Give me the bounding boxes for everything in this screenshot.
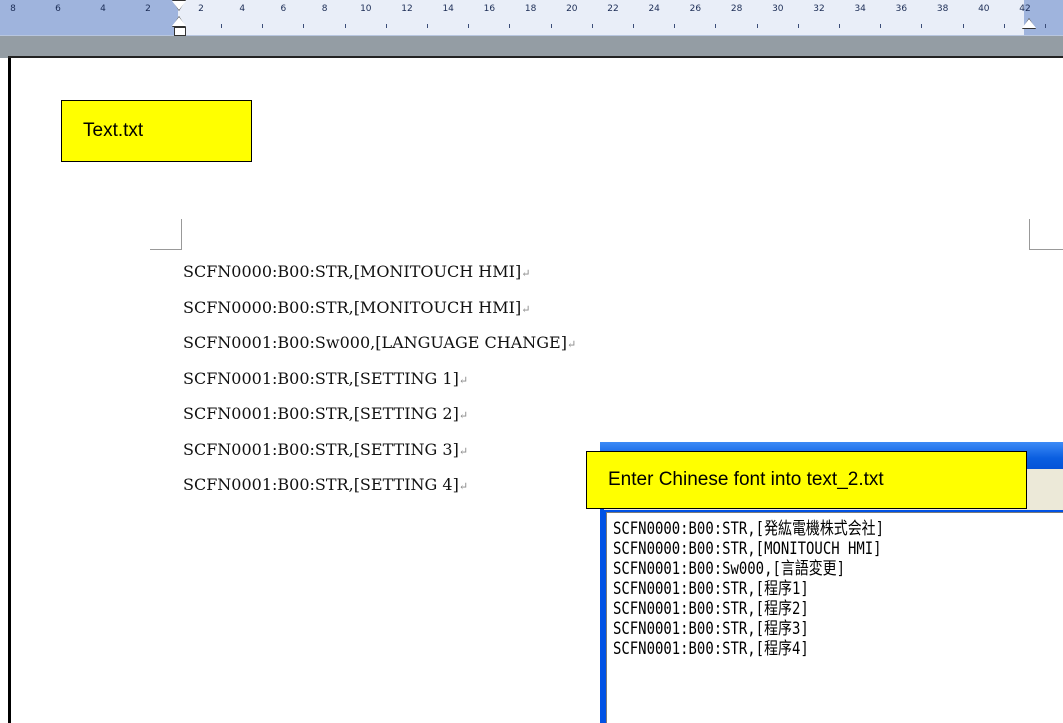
ruler-number: 42 — [1019, 4, 1031, 14]
ruler-number: 4 — [239, 4, 246, 14]
ruler-tick-mark — [1045, 24, 1046, 28]
ruler-number: 26 — [689, 4, 702, 14]
ruler-number: 16 — [483, 4, 496, 14]
margin-corner-top-left — [181, 219, 182, 250]
paragraph-mark-icon: ↵ — [458, 444, 469, 458]
doc-line: SCFN0001:B00:Sw000,[LANGUAGE CHANGE]↵ — [183, 333, 577, 352]
ruler-number: 12 — [401, 4, 413, 14]
paragraph-mark-icon: ↵ — [458, 373, 469, 387]
margin-corner-top-right — [1029, 219, 1030, 250]
paragraph-mark-icon: ↵ — [521, 267, 531, 280]
callout-text-txt: Text.txt — [61, 100, 252, 162]
ruler-number: 2 — [198, 4, 204, 14]
margin-corner-top-right-h — [1029, 249, 1063, 250]
ruler-number: 36 — [895, 4, 908, 14]
ruler-tick-mark — [756, 24, 758, 28]
ruler-tick-mark — [344, 24, 346, 28]
notepad-line: SCFN0001:B00:STR,[程序2] — [613, 599, 809, 619]
ruler-tick-mark — [468, 24, 470, 28]
ruler-number: 20 — [566, 4, 578, 14]
ruler-tick-mark — [1003, 24, 1005, 28]
ruler-tick-mark — [880, 24, 882, 28]
ruler-tick-mark — [550, 24, 552, 28]
margin-corner-top-left-h — [150, 249, 182, 250]
ruler-number: 14 — [442, 4, 454, 14]
callout-text-txt-label: Text.txt — [83, 120, 144, 141]
first-line-indent-fill — [172, 1, 186, 10]
notepad-line: SCFN0001:B00:Sw000,[言語変更] — [613, 559, 846, 579]
ruler-tick-mark — [385, 24, 387, 28]
ruler-number: 10 — [360, 4, 372, 14]
ruler-number: 2 — [145, 4, 151, 14]
ruler-number: 24 — [648, 4, 660, 14]
ruler-tick-mark — [303, 24, 305, 28]
notepad-text-area[interactable]: SCFN0000:B00:STR,[発紘電機株式会社] SCFN0000:B00… — [606, 512, 1063, 723]
ruler-number: 32 — [813, 4, 825, 14]
ruler-number: 6 — [55, 4, 61, 14]
ruler-number: 4 — [100, 4, 106, 14]
doc-line: SCFN0000:B00:STR,[MONITOUCH HMI]↵ — [183, 297, 531, 317]
ruler-tick-mark — [221, 24, 222, 28]
ruler-tick-mark — [921, 24, 923, 28]
ruler-tick-mark — [509, 24, 511, 28]
ruler-number: 28 — [730, 4, 743, 14]
doc-line: SCFN0001:B00:STR,[SETTING 2]↵ — [183, 404, 469, 423]
ruler-number: 8 — [10, 4, 16, 14]
ruler-number: 18 — [524, 4, 537, 14]
ruler-tick-mark — [633, 24, 634, 28]
ruler-number: 6 — [280, 4, 287, 14]
callout-chinese-font: Enter Chinese font into text_2.txt — [586, 451, 1027, 509]
paragraph-mark-icon: ↵ — [521, 302, 531, 316]
paragraph-mark-icon: ↵ — [566, 338, 577, 351]
ruler-number: 34 — [854, 4, 866, 14]
ruler-tick-mark — [797, 24, 799, 28]
ruler-tick-mark — [715, 24, 717, 28]
page-background-band — [0, 36, 1063, 58]
ruler-number: 8 — [321, 4, 328, 14]
ruler-tick-mark — [674, 24, 676, 28]
ruler-number: 40 — [978, 4, 990, 14]
ruler-tick-mark — [427, 24, 428, 28]
notepad-line: SCFN0000:B00:STR,[MONITOUCH HMI] — [613, 539, 882, 559]
ruler-tick-mark — [839, 24, 840, 28]
ruler-left-margin — [0, 0, 178, 35]
hanging-indent-fill — [172, 17, 186, 26]
notepad-line: SCFN0001:B00:STR,[程序4] — [613, 639, 809, 659]
doc-line: SCFN0001:B00:STR,[SETTING 1]↵ — [183, 368, 469, 388]
ruler-tick-mark — [591, 24, 593, 28]
paragraph-mark-icon: ↵ — [458, 480, 469, 493]
ruler-number: 30 — [772, 4, 784, 14]
right-indent-fill — [1022, 19, 1036, 28]
ruler-number: 22 — [607, 4, 619, 14]
ruler-number: 38 — [936, 4, 949, 14]
notepad-line: SCFN0001:B00:STR,[程序3] — [613, 619, 809, 639]
ruler-tick-mark — [962, 24, 964, 28]
paragraph-mark-icon: ↵ — [458, 409, 469, 422]
callout-chinese-font-label: Enter Chinese font into text_2.txt — [608, 469, 884, 490]
ruler-tick-mark — [262, 24, 264, 28]
notepad-line: SCFN0001:B00:STR,[程序1] — [613, 579, 809, 599]
horizontal-ruler[interactable]: 8 6 4 2 2 4 6 8 10 12 14 16 18 20 22 24 26 28 30 32 34 36 38 40… — [0, 0, 1063, 36]
doc-line: SCFN0000:B00:STR,[MONITOUCH HMI]↵ — [183, 262, 531, 281]
notepad-line: SCFN0000:B00:STR,[発紘電機株式会社] — [613, 519, 884, 539]
left-indent-marker[interactable] — [174, 27, 186, 36]
